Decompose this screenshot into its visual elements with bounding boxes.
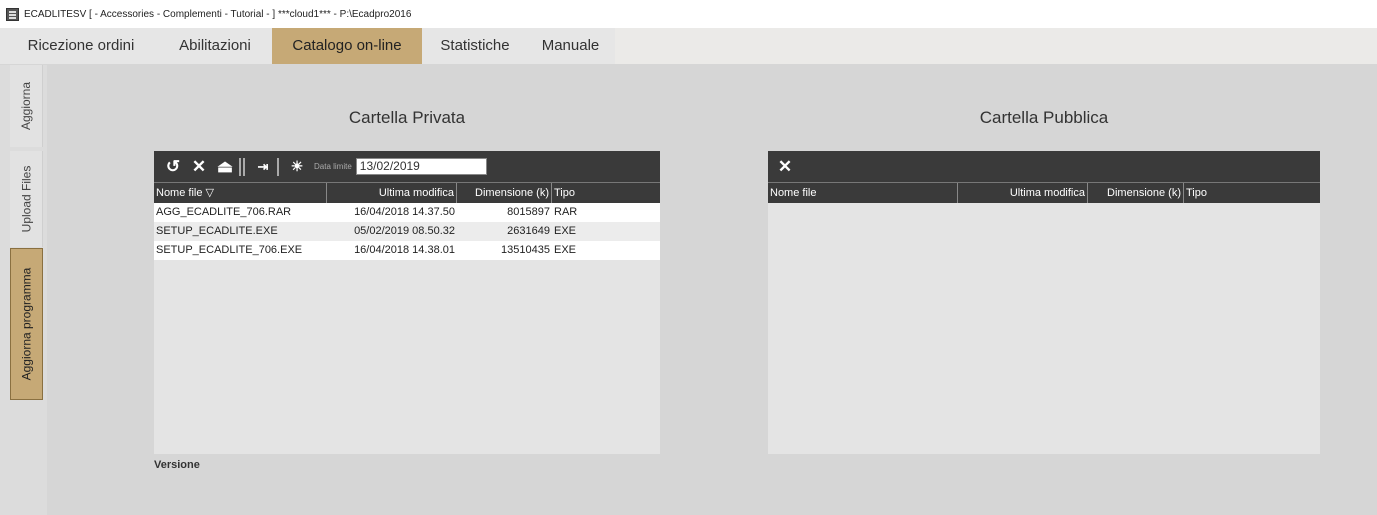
main-tab-bar: Ricezione ordini Abilitazioni Catalogo o… bbox=[0, 28, 1377, 65]
tab-statistiche[interactable]: Statistiche bbox=[427, 28, 523, 64]
side-tab-upload-files[interactable]: Upload Files bbox=[10, 151, 43, 247]
side-tab-label: Aggiorna programma bbox=[19, 267, 34, 381]
private-folder-panel: ↺ ✕ ⏏ ⇥ ☀ Data limite 13/02/2019 Nome fi… bbox=[154, 151, 660, 454]
column-header-type[interactable]: Tipo bbox=[1184, 183, 1320, 203]
cell-type: EXE bbox=[554, 244, 577, 256]
cell-size: 13510435 bbox=[501, 244, 550, 256]
cell-modified: 16/04/2018 14.37.50 bbox=[354, 206, 455, 218]
side-tab-aggiorna[interactable]: Aggiorna bbox=[10, 65, 43, 147]
date-limit-input[interactable]: 13/02/2019 bbox=[355, 158, 487, 175]
sort-icon: ▽ bbox=[205, 187, 214, 199]
table-row[interactable]: AGG_ECADLITE_706.RAR 16/04/2018 14.37.50… bbox=[154, 203, 660, 222]
cell-modified: 05/02/2019 08.50.32 bbox=[354, 225, 455, 237]
toolbar-separator bbox=[239, 157, 245, 176]
column-header-name[interactable]: Nome file bbox=[768, 183, 958, 203]
lightbulb-icon[interactable]: ☀ bbox=[286, 158, 308, 175]
transfer-icon[interactable]: ⇥ bbox=[252, 159, 274, 175]
side-tab-label: Upload Files bbox=[19, 165, 34, 233]
versione-label: Versione bbox=[154, 459, 200, 471]
column-header-size[interactable]: Dimensione (k) bbox=[457, 183, 552, 203]
app-icon bbox=[6, 7, 19, 21]
table-row[interactable]: SETUP_ECADLITE_706.EXE 16/04/2018 14.38.… bbox=[154, 241, 660, 260]
column-header-type[interactable]: Tipo bbox=[552, 183, 660, 203]
private-grid-header: Nome file ▽ Ultima modifica Dimensione (… bbox=[154, 182, 660, 203]
tab-ricezione-ordini[interactable]: Ricezione ordini bbox=[15, 28, 147, 64]
public-grid-header: Nome file Ultima modifica Dimensione (k)… bbox=[768, 182, 1320, 203]
private-folder-title: Cartella Privata bbox=[348, 108, 466, 127]
public-toolbar: ✕ bbox=[768, 151, 1320, 182]
tab-catalogo-on-line[interactable]: Catalogo on-line bbox=[272, 28, 422, 64]
main-content: Cartella Privata Cartella Pubblica ↺ ✕ ⏏… bbox=[47, 65, 1377, 515]
column-header-size[interactable]: Dimensione (k) bbox=[1088, 183, 1184, 203]
side-tab-aggiorna-programma[interactable]: Aggiorna programma bbox=[10, 248, 43, 400]
cell-name: SETUP_ECADLITE.EXE bbox=[156, 225, 278, 237]
public-folder-panel: ✕ Nome file Ultima modifica Dimensione (… bbox=[768, 151, 1320, 454]
cell-type: EXE bbox=[554, 225, 577, 237]
tab-abilitazioni[interactable]: Abilitazioni bbox=[160, 28, 270, 64]
toolbar-separator bbox=[277, 157, 279, 176]
cell-name: AGG_ECADLITE_706.RAR bbox=[156, 206, 292, 218]
window-title: ECADLITESV [ - Accessories - Complementi… bbox=[24, 8, 412, 20]
cell-modified: 16/04/2018 14.38.01 bbox=[354, 244, 455, 256]
window-titlebar: ECADLITESV [ - Accessories - Complementi… bbox=[0, 0, 1377, 28]
column-header-name[interactable]: Nome file ▽ bbox=[154, 183, 327, 203]
date-limit-label: Data limite bbox=[314, 162, 352, 171]
cell-name: SETUP_ECADLITE_706.EXE bbox=[156, 244, 303, 256]
refresh-icon[interactable]: ↺ bbox=[162, 157, 184, 177]
side-tab-bar: Aggiorna Upload Files Aggiorna programma bbox=[0, 65, 47, 515]
cell-size: 8015897 bbox=[507, 206, 550, 218]
cell-type: RAR bbox=[554, 206, 578, 218]
download-icon[interactable]: ⏏ bbox=[214, 157, 236, 177]
private-toolbar: ↺ ✕ ⏏ ⇥ ☀ Data limite 13/02/2019 bbox=[154, 151, 660, 182]
tab-manuale[interactable]: Manuale bbox=[528, 28, 613, 64]
side-tab-label: Aggiorna bbox=[19, 81, 34, 131]
cell-size: 2631649 bbox=[507, 225, 550, 237]
public-folder-title: Cartella Pubblica bbox=[979, 108, 1109, 127]
column-header-modified[interactable]: Ultima modifica bbox=[327, 183, 457, 203]
column-header-modified[interactable]: Ultima modifica bbox=[958, 183, 1088, 203]
column-header-label: Nome file bbox=[156, 187, 203, 199]
delete-icon[interactable]: ✕ bbox=[774, 157, 796, 177]
delete-icon[interactable]: ✕ bbox=[188, 157, 210, 177]
table-row[interactable]: SETUP_ECADLITE.EXE 05/02/2019 08.50.32 2… bbox=[154, 222, 660, 241]
